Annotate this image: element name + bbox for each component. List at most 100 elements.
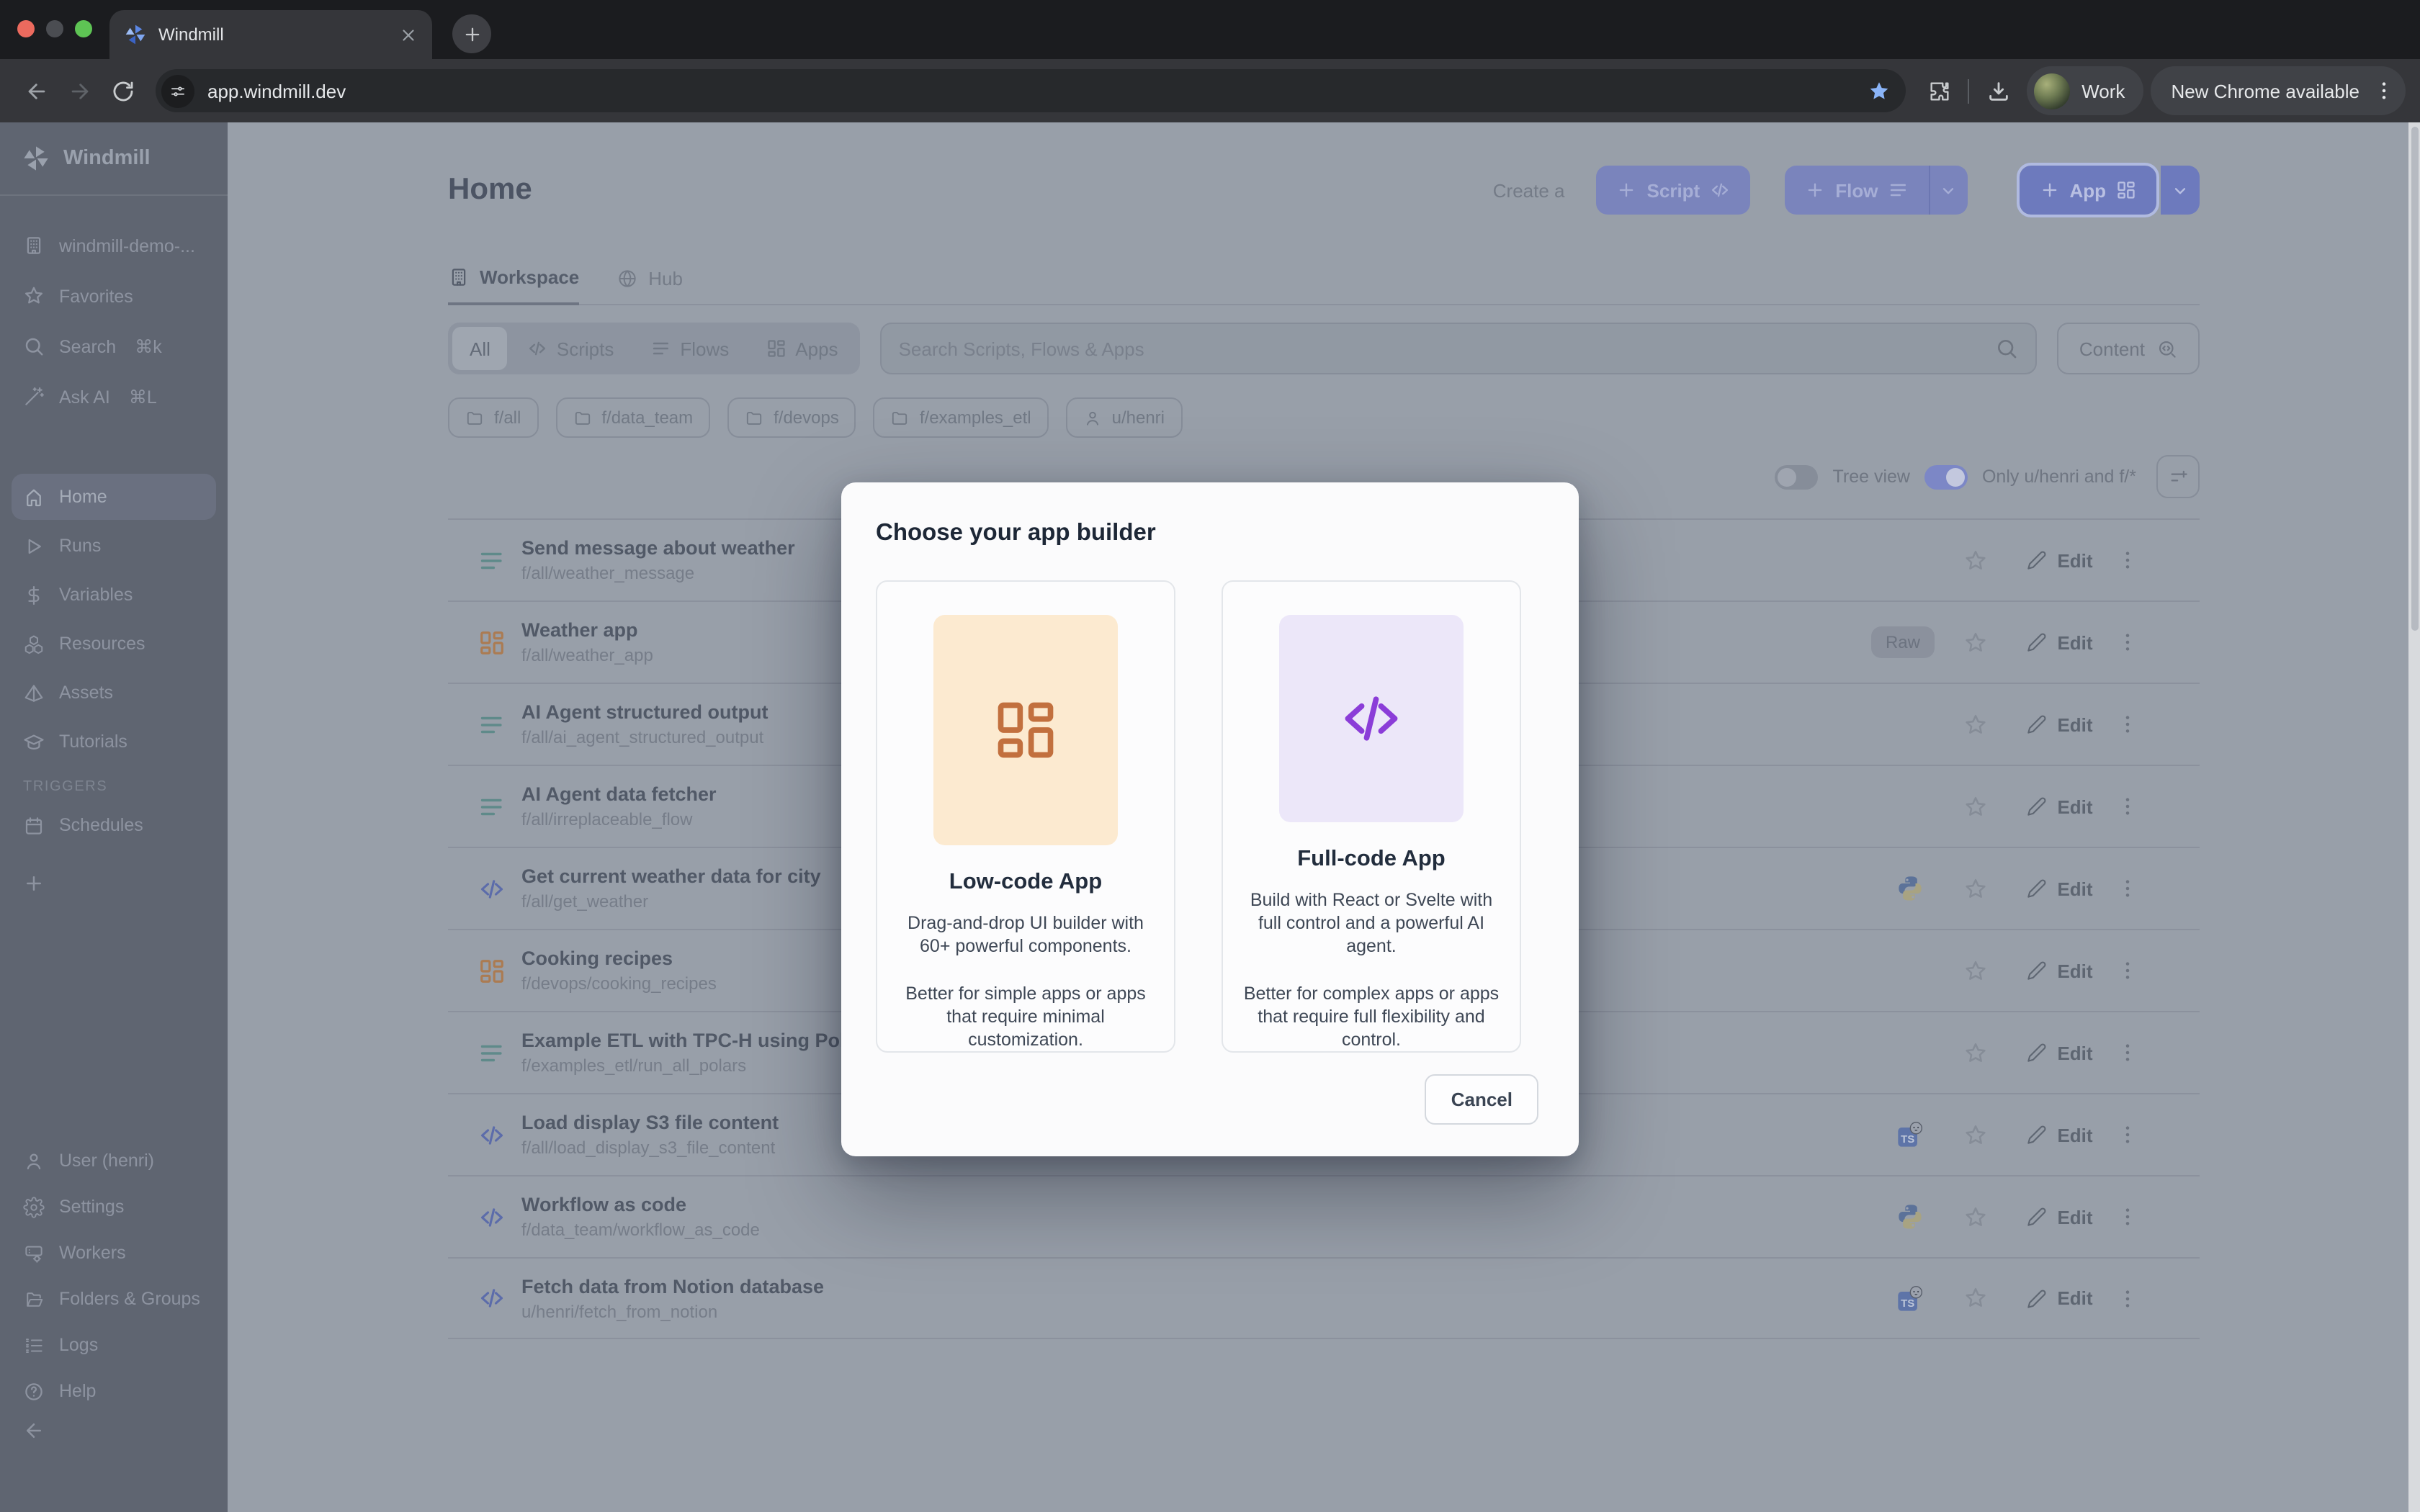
full-code-app-card[interactable]: Full-code App Build with React or Svelte… — [1222, 580, 1521, 1053]
sidebar-item-search[interactable]: Search⌘k — [0, 321, 228, 372]
cancel-button[interactable]: Cancel — [1425, 1074, 1538, 1125]
favorite-star-icon[interactable] — [1943, 1205, 2007, 1229]
sidebar-collapse-button[interactable] — [0, 1414, 228, 1446]
sidebar-item-help[interactable]: Help — [0, 1368, 228, 1414]
edit-button[interactable]: Edit — [2007, 549, 2113, 571]
filter-segment-all[interactable]: All — [452, 327, 508, 370]
row-menu-button[interactable] — [2113, 1123, 2142, 1146]
forward-icon[interactable] — [58, 69, 101, 112]
chip-f-data-team[interactable]: f/data_team — [555, 397, 710, 438]
bookmark-star-icon[interactable] — [1867, 78, 1891, 103]
sidebar-item-workers[interactable]: Workers — [0, 1230, 228, 1276]
sidebar-item-schedules[interactable]: Schedules — [12, 802, 216, 848]
row-menu-button[interactable] — [2113, 631, 2142, 654]
downloads-icon[interactable] — [1976, 69, 2020, 112]
profile-button[interactable]: Work — [2027, 66, 2143, 115]
edit-button[interactable]: Edit — [2007, 714, 2113, 735]
favorite-star-icon[interactable] — [1943, 1286, 2007, 1310]
chip-u-henri[interactable]: u/henri — [1066, 397, 1182, 438]
chrome-update-button[interactable]: New Chrome available — [2151, 66, 2406, 115]
edit-button[interactable]: Edit — [2007, 1042, 2113, 1063]
favorite-star-icon[interactable] — [1943, 876, 2007, 901]
flow-icon — [474, 1039, 508, 1066]
chip-f-all[interactable]: f/all — [448, 397, 538, 438]
tree-view-toggle[interactable] — [1775, 464, 1819, 489]
back-icon[interactable] — [14, 69, 58, 112]
search-icon[interactable] — [1996, 337, 2019, 360]
extensions-icon[interactable] — [1917, 69, 1960, 112]
edit-button[interactable]: Edit — [2007, 796, 2113, 817]
brand[interactable]: Windmill — [0, 122, 228, 194]
row-menu-button[interactable] — [2113, 1041, 2142, 1064]
edit-button[interactable]: Edit — [2007, 878, 2113, 899]
sidebar-item-folders-groups[interactable]: Folders & Groups — [0, 1276, 228, 1322]
favorite-star-icon[interactable] — [1943, 1040, 2007, 1065]
filter-options-button[interactable] — [2156, 455, 2200, 498]
window-zoom-button[interactable] — [75, 20, 92, 37]
chip-f-devops[interactable]: f/devops — [727, 397, 856, 438]
favorite-star-icon[interactable] — [1943, 630, 2007, 654]
new-tab-button[interactable] — [452, 14, 491, 53]
sidebar-item-ask-ai[interactable]: Ask AI⌘L — [0, 372, 228, 422]
sidebar-item-resources[interactable]: Resources — [12, 621, 216, 667]
favorite-star-icon[interactable] — [1943, 958, 2007, 983]
url-bar[interactable]: app.windmill.dev — [156, 69, 1906, 112]
sidebar-item-assets[interactable]: Assets — [12, 670, 216, 716]
sidebar-item-windmill-demo[interactable]: windmill-demo-... — [0, 220, 228, 271]
page-scrollbar[interactable] — [2408, 122, 2420, 1512]
tab-close-icon[interactable] — [399, 25, 418, 44]
item-path: f/examples_etl/run_all_polars — [521, 1056, 891, 1076]
edit-button[interactable]: Edit — [2007, 631, 2113, 653]
edit-button[interactable]: Edit — [2007, 960, 2113, 981]
row-menu-button[interactable] — [2113, 1287, 2142, 1310]
row-menu-button[interactable] — [2113, 959, 2142, 982]
table-row[interactable]: Workflow as codef/data_team/workflow_as_… — [448, 1175, 2200, 1257]
sidebar-item-user-henri[interactable]: User (henri) — [0, 1138, 228, 1184]
sidebar-nav-group: HomeRunsVariablesResourcesAssetsTutorial… — [0, 471, 228, 768]
window-minimize-button[interactable] — [46, 20, 63, 37]
create-script-button[interactable]: Script — [1597, 166, 1751, 215]
code-search-icon — [2156, 338, 2178, 359]
edit-button[interactable]: Edit — [2007, 1206, 2113, 1228]
create-app-button[interactable]: App — [2019, 166, 2156, 215]
app-dropdown-button[interactable] — [2161, 166, 2200, 215]
scrollbar-thumb[interactable] — [2411, 127, 2419, 631]
sidebar-item-runs[interactable]: Runs — [12, 523, 216, 569]
row-menu-button[interactable] — [2113, 1205, 2142, 1228]
favorite-star-icon[interactable] — [1943, 794, 2007, 819]
sidebar-add-button[interactable] — [0, 860, 228, 906]
row-menu-button[interactable] — [2113, 795, 2142, 818]
content-search-button[interactable]: Content — [2058, 323, 2200, 374]
favorite-star-icon[interactable] — [1943, 548, 2007, 572]
site-settings-icon[interactable] — [161, 74, 194, 107]
sidebar-item-settings[interactable]: Settings — [0, 1184, 228, 1230]
row-menu-button[interactable] — [2113, 549, 2142, 572]
filter-segment-flows[interactable]: Flows — [634, 327, 746, 370]
only-mine-toggle[interactable] — [1924, 464, 1968, 489]
table-row[interactable]: Fetch data from Notion databaseu/henri/f… — [448, 1257, 2200, 1339]
browser-tab[interactable]: Windmill — [109, 10, 432, 59]
sidebar-item-variables[interactable]: Variables — [12, 572, 216, 618]
search-input[interactable]: Search Scripts, Flows & Apps — [880, 323, 2038, 374]
sidebar-item-favorites[interactable]: Favorites — [0, 271, 228, 321]
tab-hub[interactable]: Hub — [617, 266, 683, 304]
window-close-button[interactable] — [17, 20, 35, 37]
low-code-app-card[interactable]: Low-code App Drag-and-drop UI builder wi… — [876, 580, 1175, 1053]
sidebar-item-logs[interactable]: Logs — [0, 1322, 228, 1368]
sidebar-item-tutorials[interactable]: Tutorials — [12, 719, 216, 765]
edit-button[interactable]: Edit — [2007, 1287, 2113, 1309]
edit-button[interactable]: Edit — [2007, 1124, 2113, 1146]
favorite-star-icon[interactable] — [1943, 1122, 2007, 1147]
favorite-star-icon[interactable] — [1943, 712, 2007, 737]
flow-dropdown-button[interactable] — [1928, 166, 1967, 215]
sidebar-item-home[interactable]: Home — [12, 474, 216, 520]
filter-segment-apps[interactable]: Apps — [749, 327, 855, 370]
chip-f-examples-etl[interactable]: f/examples_etl — [874, 397, 1049, 438]
row-menu-button[interactable] — [2113, 877, 2142, 900]
create-flow-button[interactable]: Flow — [1785, 166, 1928, 215]
tab-workspace[interactable]: Workspace — [448, 266, 579, 305]
reload-icon[interactable] — [101, 69, 144, 112]
row-menu-button[interactable] — [2113, 713, 2142, 736]
browser-menu-icon[interactable] — [2372, 79, 2396, 102]
filter-segment-scripts[interactable]: Scripts — [511, 327, 631, 370]
